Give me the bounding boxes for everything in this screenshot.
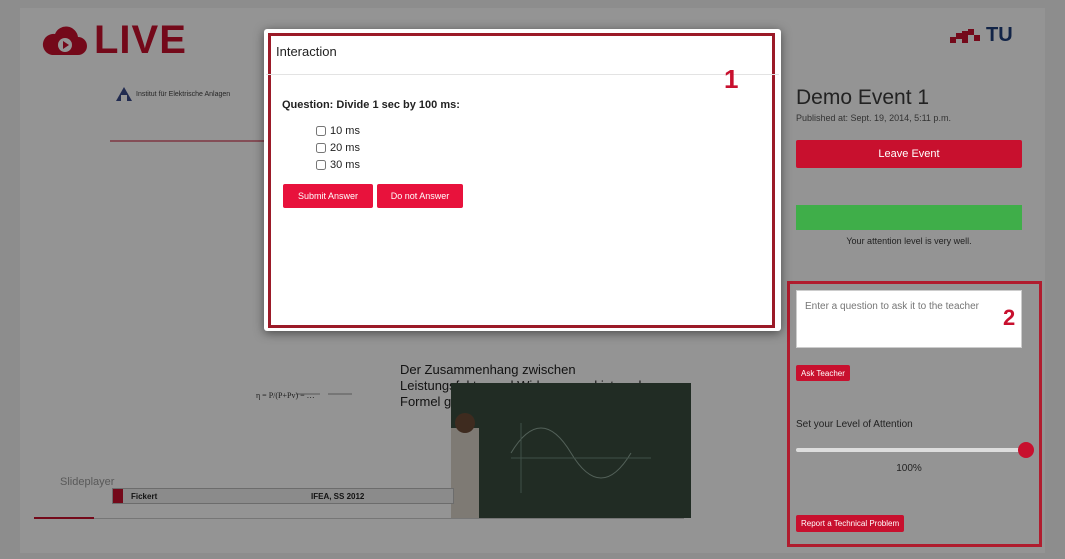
attention-level-bar (796, 205, 1022, 230)
modal-divider (266, 74, 779, 75)
published-date: Published at: Sept. 19, 2014, 5:11 p.m. (796, 113, 951, 123)
modal-title: Interaction (276, 44, 337, 59)
answer-checkbox-3[interactable] (316, 160, 326, 170)
event-title: Demo Event 1 (796, 86, 930, 109)
set-attention-label: Set your Level of Attention (796, 419, 913, 430)
attention-status-text: Your attention level is very well. (846, 236, 972, 246)
annotation-box-1 (268, 33, 775, 328)
ask-question-input[interactable] (796, 290, 1022, 348)
annotation-label-1: 1 (724, 64, 739, 94)
answer-label-1: 10 ms (330, 125, 360, 137)
attention-slider-handle[interactable] (1018, 442, 1034, 458)
answer-option-1[interactable]: 10 ms (316, 125, 360, 137)
ask-teacher-button[interactable]: Ask Teacher (796, 365, 850, 381)
question-text: Question: Divide 1 sec by 100 ms: (282, 99, 460, 111)
answer-option-3[interactable]: 30 ms (316, 159, 360, 171)
do-not-answer-button[interactable]: Do not Answer (377, 184, 463, 208)
annotation-label-2: 2 (1003, 305, 1016, 330)
leave-event-button[interactable]: Leave Event (796, 140, 1022, 168)
report-problem-button[interactable]: Report a Technical Problem (796, 515, 905, 532)
answer-checkbox-2[interactable] (316, 143, 326, 153)
answer-label-3: 30 ms (330, 159, 360, 171)
attention-level-value: 100% (896, 463, 922, 474)
answer-option-2[interactable]: 20 ms (316, 142, 360, 154)
answer-label-2: 20 ms (330, 142, 360, 154)
answer-checkbox-1[interactable] (316, 126, 326, 136)
submit-answer-button[interactable]: Submit Answer (283, 184, 373, 208)
attention-slider-track[interactable] (796, 448, 1024, 452)
